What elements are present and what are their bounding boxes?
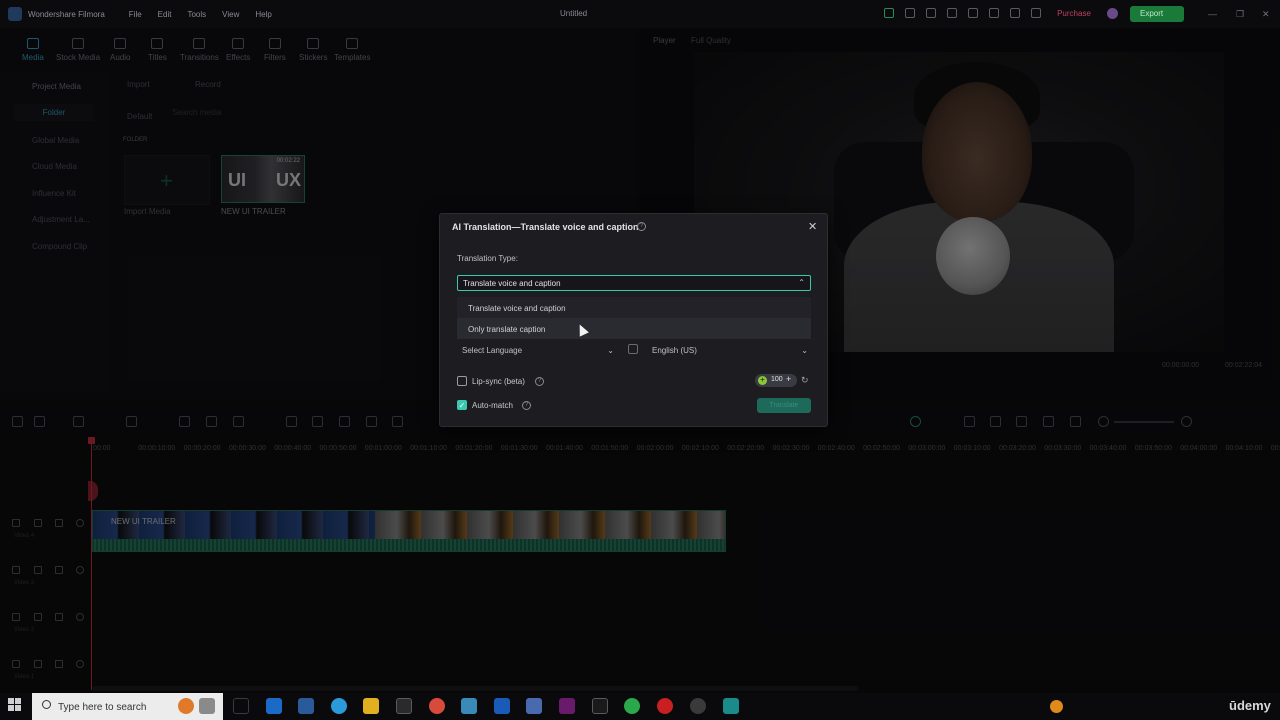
monitor-icon[interactable] <box>947 8 957 18</box>
save-icon[interactable] <box>968 8 978 18</box>
source-language-select[interactable]: Select Language ⌄ <box>457 344 617 358</box>
chevron-up-icon: ⌃ <box>798 278 805 287</box>
credits-badge[interactable]: + 100 + <box>755 374 797 387</box>
menu-edit[interactable]: Edit <box>158 10 172 19</box>
swap-icon[interactable] <box>628 344 638 354</box>
adobe-xd-icon[interactable] <box>559 698 575 714</box>
layout-icon[interactable] <box>926 8 936 18</box>
menu-help[interactable]: Help <box>255 10 271 19</box>
help-icon[interactable]: ? <box>535 377 544 386</box>
whatsapp-icon[interactable] <box>624 698 640 714</box>
chevron-down-icon: ⌄ <box>607 346 614 355</box>
record-icon[interactable] <box>657 698 673 714</box>
option-translate-voice-and-caption[interactable]: Translate voice and caption <box>457 297 811 318</box>
maximize-icon[interactable]: ❐ <box>1236 9 1244 20</box>
chrome-icon[interactable] <box>429 698 445 714</box>
filmora-logo-icon <box>8 7 22 21</box>
send-icon[interactable] <box>905 8 915 18</box>
document-title: Untitled <box>560 9 588 18</box>
lip-sync-label: Lip-sync (beta) <box>472 377 525 386</box>
purchase-button[interactable]: Purchase <box>1054 6 1094 22</box>
target-language-select[interactable]: English (US) ⌄ <box>647 344 811 358</box>
help-icon[interactable]: ? <box>522 401 531 410</box>
taskbar-search-placeholder: Type here to search <box>58 702 147 713</box>
refresh-icon[interactable]: ↻ <box>801 375 809 386</box>
filmora-taskbar-icon[interactable] <box>723 698 739 714</box>
menu-view[interactable]: View <box>222 10 239 19</box>
task-view-icon[interactable] <box>233 698 249 714</box>
plus-icon: + <box>786 374 792 384</box>
avatar[interactable] <box>1107 8 1118 19</box>
menu-tools[interactable]: Tools <box>187 10 206 19</box>
translate-button[interactable]: Translate <box>757 398 811 413</box>
auto-match-checkbox[interactable]: ✓ <box>457 400 467 410</box>
remote-icon[interactable] <box>526 698 542 714</box>
option-only-translate-caption[interactable]: Only translate caption <box>457 318 811 339</box>
edge-icon[interactable] <box>331 698 347 714</box>
export-button[interactable]: Export <box>1130 6 1184 22</box>
windows-start-icon[interactable] <box>8 698 22 712</box>
udemy-watermark: ūdemy <box>1229 698 1271 713</box>
auto-match-label: Auto-match <box>472 401 513 410</box>
translation-type-value: Translate voice and caption <box>463 279 561 288</box>
dialog-title: AI Translation—Translate voice and capti… <box>452 222 639 232</box>
store-icon[interactable] <box>494 698 510 714</box>
search-icon <box>42 700 51 709</box>
menu-file[interactable]: File <box>129 10 142 19</box>
coin-icon: + <box>758 376 767 385</box>
close-window-icon[interactable]: ✕ <box>1262 9 1270 20</box>
bird-icon <box>199 698 215 714</box>
outlook-icon[interactable] <box>266 698 282 714</box>
capcut-icon[interactable] <box>396 698 412 714</box>
gift-icon[interactable] <box>884 8 894 18</box>
notes-icon[interactable] <box>461 698 477 714</box>
capcut-alt-icon[interactable] <box>592 698 608 714</box>
ai-translation-dialog: AI Translation—Translate voice and capti… <box>439 213 828 427</box>
grid-icon[interactable] <box>1031 8 1041 18</box>
translation-type-label: Translation Type: <box>457 254 518 263</box>
obs-icon[interactable] <box>690 698 706 714</box>
translation-type-dropdown: Translate voice and caption Only transla… <box>457 297 811 339</box>
lip-sync-checkbox[interactable] <box>457 376 467 386</box>
basketball-icon <box>178 698 194 714</box>
app-name: Wondershare Filmora <box>28 9 105 19</box>
minimize-icon[interactable]: — <box>1208 9 1217 19</box>
cloud-icon[interactable] <box>989 8 999 18</box>
steam-icon[interactable] <box>298 698 314 714</box>
filmora-window: Wondershare Filmora File Edit Tools View… <box>0 0 1280 720</box>
settings-icon[interactable] <box>1010 8 1020 18</box>
chevron-down-icon: ⌄ <box>801 346 808 355</box>
translation-type-select[interactable]: Translate voice and caption ⌃ <box>457 275 811 291</box>
file-explorer-icon[interactable] <box>363 698 379 714</box>
weather-icon <box>1050 700 1063 713</box>
help-icon[interactable]: ? <box>637 222 646 231</box>
close-icon[interactable]: ✕ <box>808 220 817 233</box>
